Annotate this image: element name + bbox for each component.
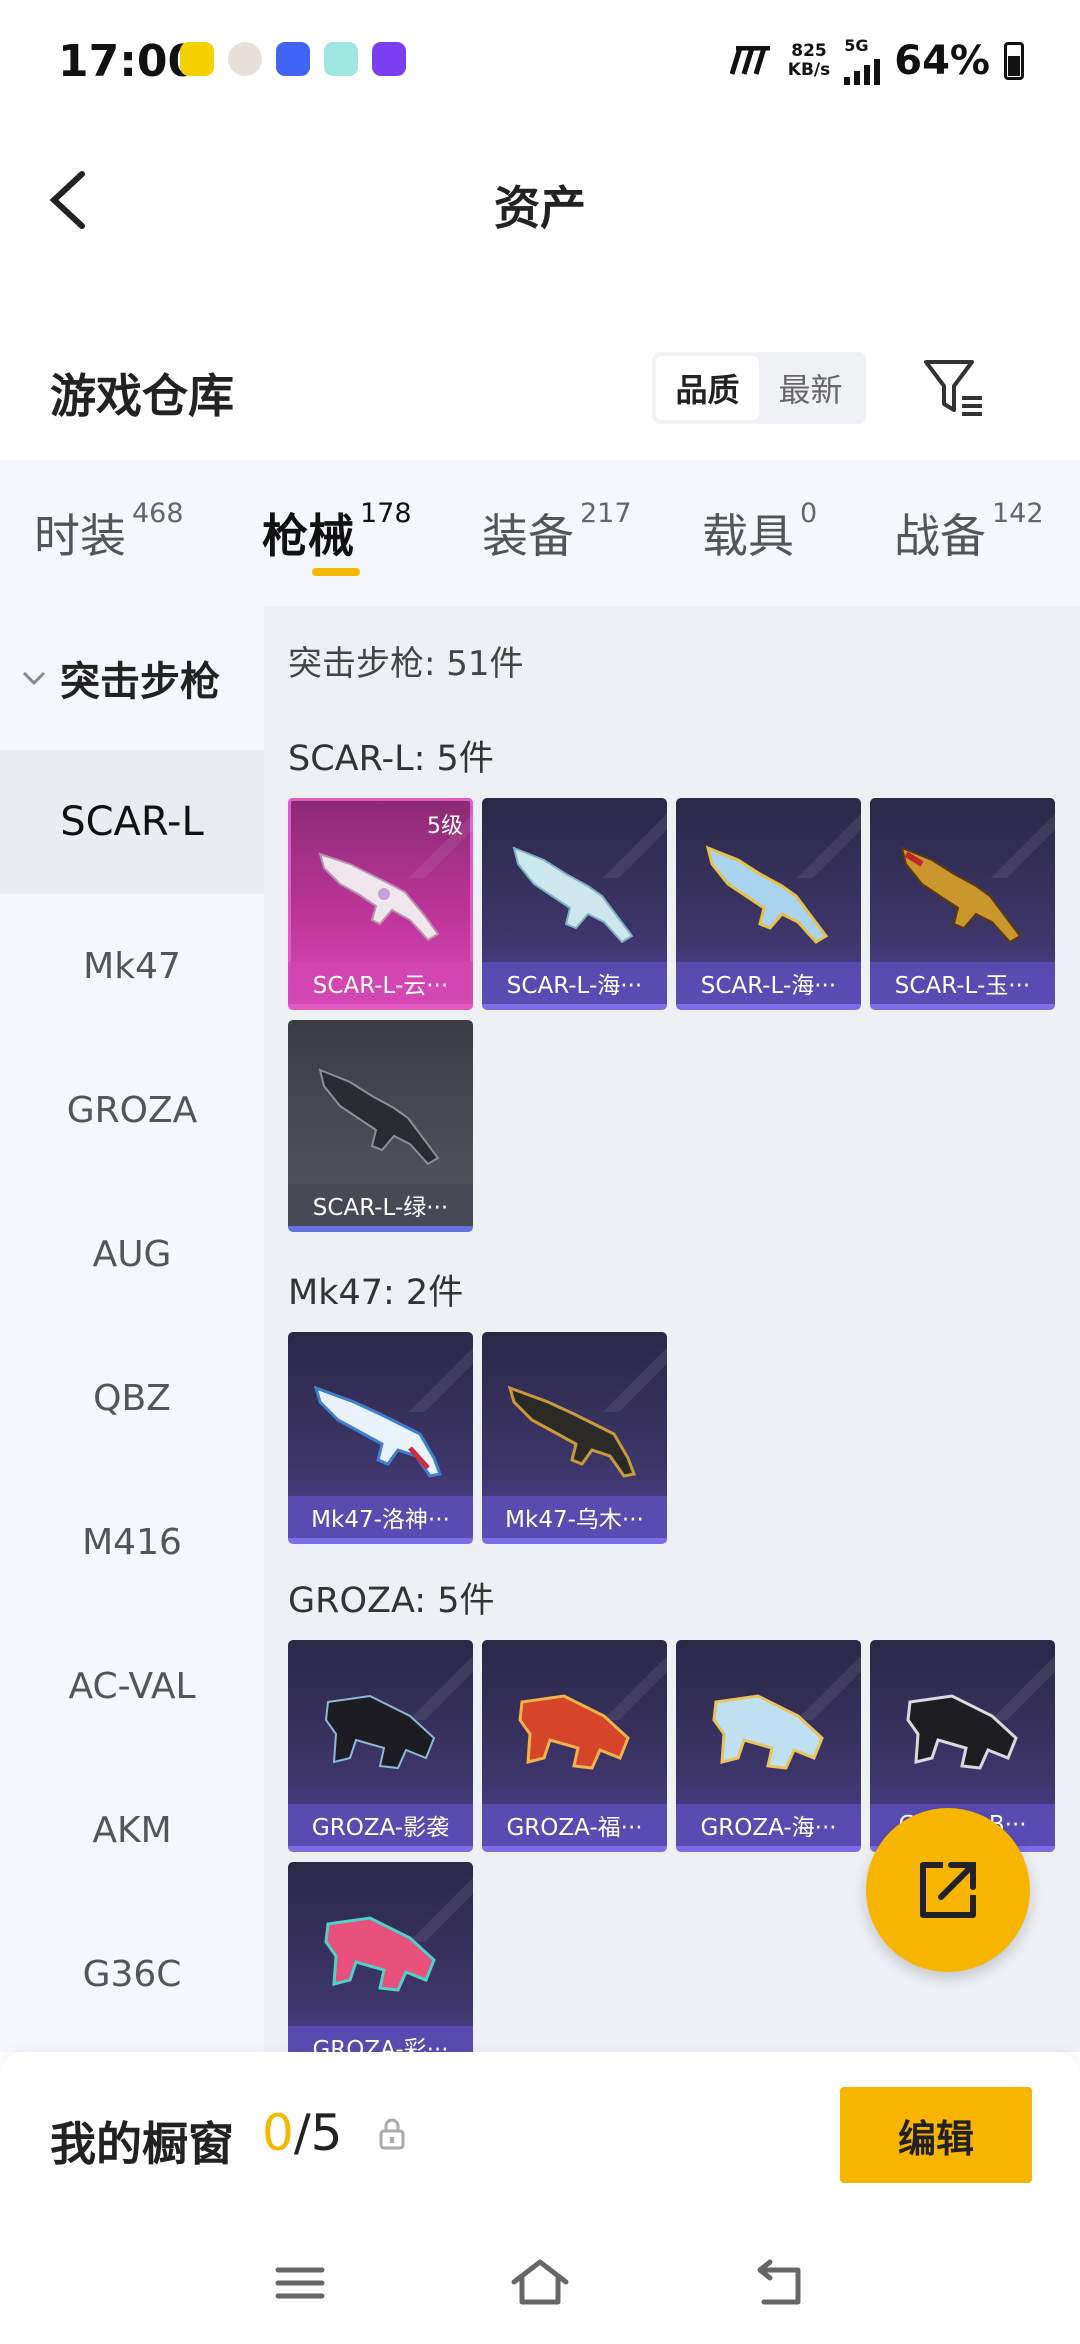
tab-supplies[interactable]: 战备 142 bbox=[894, 498, 1044, 566]
sort-quality-option[interactable]: 品质 bbox=[656, 356, 759, 420]
weapon-card[interactable]: Mk47-乌木··· bbox=[482, 1332, 667, 1544]
showcase-label: 我的橱窗 bbox=[50, 2117, 234, 2171]
item-name: SCAR-L-玉··· bbox=[870, 962, 1055, 1004]
category-count: 突击步枪: 51件 bbox=[288, 644, 524, 684]
app-header: 资产 bbox=[0, 140, 1080, 260]
rifle-skin-image bbox=[318, 1068, 440, 1166]
section-title: Mk47: 2件 bbox=[288, 1273, 464, 1313]
return-icon bbox=[757, 2259, 801, 2305]
filter-button[interactable] bbox=[918, 354, 988, 424]
item-name: GROZA-影袭 bbox=[288, 1804, 473, 1846]
edit-button[interactable]: 编辑 bbox=[840, 2087, 1032, 2183]
filter-icon bbox=[924, 360, 982, 416]
sidebar-item-m416[interactable]: M416 bbox=[0, 1470, 264, 1614]
weapon-card[interactable]: Mk47-洛神··· bbox=[288, 1332, 473, 1544]
battery-level: 64% bbox=[894, 37, 990, 84]
sidebar-item-mk47[interactable]: Mk47 bbox=[0, 894, 264, 1038]
item-name: SCAR-L-绿··· bbox=[288, 1184, 473, 1226]
network-speed: 825 KB/s bbox=[787, 40, 831, 80]
status-bar: 17:00 825 KB/s 5G 64% bbox=[0, 0, 1080, 120]
item-name: SCAR-L-海··· bbox=[482, 962, 667, 1004]
sidebar-item-groza[interactable]: GROZA bbox=[0, 1038, 264, 1182]
signal-icon bbox=[844, 55, 881, 85]
system-nav-bar bbox=[0, 2222, 1080, 2344]
rifle-skin-image bbox=[313, 1385, 443, 1478]
rifle-skin-image bbox=[324, 1916, 436, 1992]
status-time: 17:00 bbox=[58, 36, 199, 87]
item-name: GROZA-海··· bbox=[676, 1804, 861, 1846]
rifle-skin-image bbox=[705, 845, 829, 944]
tab-indicator bbox=[312, 568, 360, 576]
weapon-card[interactable]: 5级 SCAR-L-云··· bbox=[288, 798, 473, 1010]
sidebar-group-assault-rifles[interactable]: 突击步枪 bbox=[0, 606, 264, 750]
tab-firearms[interactable]: 枪械 178 bbox=[262, 498, 412, 566]
rifle-skin-image bbox=[507, 1385, 637, 1478]
menu-icon bbox=[275, 2267, 325, 2299]
sort-latest-option[interactable]: 最新 bbox=[759, 356, 862, 420]
sidebar-item-aug[interactable]: AUG bbox=[0, 1182, 264, 1326]
chevron-down-icon bbox=[22, 671, 46, 686]
page-title: 资产 bbox=[494, 181, 586, 235]
item-name: Mk47-乌木··· bbox=[482, 1496, 667, 1538]
showcase-bar: 我的橱窗 0/5 编辑 bbox=[0, 2052, 1080, 2222]
weapon-card[interactable]: SCAR-L-绿··· bbox=[288, 1020, 473, 1232]
tab-vehicles[interactable]: 载具 0 bbox=[702, 498, 817, 566]
status-right: 825 KB/s 5G 64% bbox=[729, 36, 1024, 85]
notification-icons bbox=[180, 42, 406, 76]
sidebar-item-g36c[interactable]: G36C bbox=[0, 1902, 264, 2046]
signal: 5G bbox=[844, 36, 881, 85]
weapon-card[interactable]: SCAR-L-玉··· bbox=[870, 798, 1055, 1010]
menu-button[interactable] bbox=[270, 2258, 330, 2308]
sidebar-item-ac-val[interactable]: AC-VAL bbox=[0, 1614, 264, 1758]
tab-fashion[interactable]: 时装 468 bbox=[34, 498, 184, 566]
weapon-card[interactable]: SCAR-L-海··· bbox=[482, 798, 667, 1010]
section-title: GROZA: 5件 bbox=[288, 1581, 495, 1621]
rifle-skin-image bbox=[512, 846, 634, 944]
weapon-card[interactable]: GROZA-影袭 bbox=[288, 1640, 473, 1852]
weapon-card[interactable]: GROZA-彩··· bbox=[288, 1862, 473, 2052]
weapon-card[interactable]: SCAR-L-海··· bbox=[676, 798, 861, 1010]
share-icon bbox=[920, 1862, 976, 1918]
item-level: 5级 bbox=[427, 814, 463, 839]
back-nav-button[interactable] bbox=[750, 2258, 810, 2308]
rifle-skin-image bbox=[518, 1694, 630, 1770]
home-button[interactable] bbox=[510, 2258, 570, 2308]
nfc-icon bbox=[729, 45, 770, 75]
rifle-skin-image bbox=[906, 1694, 1018, 1770]
category-tabs: 时装 468 枪械 178 装备 217 载具 0 战备 142 bbox=[0, 460, 1080, 606]
showcase-count: 0/5 bbox=[262, 2104, 343, 2162]
tab-equipment[interactable]: 装备 217 bbox=[482, 498, 632, 566]
app-notification-icon bbox=[180, 42, 214, 76]
rifle-skin-image bbox=[712, 1694, 824, 1770]
sidebar-item-scar-l[interactable]: SCAR-L bbox=[0, 750, 264, 894]
battery-icon bbox=[1004, 41, 1024, 80]
item-name: GROZA-彩··· bbox=[288, 2026, 473, 2052]
item-name: GROZA-福··· bbox=[482, 1804, 667, 1846]
weapon-sidebar: 突击步枪 SCAR-L Mk47 GROZA AUG QBZ M416 AC-V… bbox=[0, 606, 264, 2052]
sidebar-item-akm[interactable]: AKM bbox=[0, 1758, 264, 1902]
weapon-card[interactable]: GROZA-福··· bbox=[482, 1640, 667, 1852]
sort-toggle: 品质 最新 bbox=[652, 352, 866, 424]
item-name: Mk47-洛神··· bbox=[288, 1496, 473, 1538]
app-notification-icon bbox=[372, 42, 406, 76]
item-name: SCAR-L-云··· bbox=[288, 962, 473, 1004]
share-button[interactable] bbox=[866, 1808, 1030, 1972]
vivo-notification-icon bbox=[276, 42, 310, 76]
home-icon bbox=[511, 2259, 569, 2305]
app-notification-icon bbox=[324, 42, 358, 76]
warehouse-title: 游戏仓库 bbox=[50, 369, 234, 423]
sidebar-item-qbz[interactable]: QBZ bbox=[0, 1326, 264, 1470]
section-title: SCAR-L: 5件 bbox=[288, 739, 494, 779]
rifle-skin-image bbox=[318, 852, 440, 942]
lock-icon bbox=[379, 2118, 405, 2150]
rifle-skin-image bbox=[900, 846, 1022, 944]
rifle-skin-image bbox=[324, 1694, 436, 1770]
weapon-card[interactable]: GROZA-海··· bbox=[676, 1640, 861, 1852]
item-name: SCAR-L-海··· bbox=[676, 962, 861, 1004]
avatar-notification-icon bbox=[228, 42, 262, 76]
